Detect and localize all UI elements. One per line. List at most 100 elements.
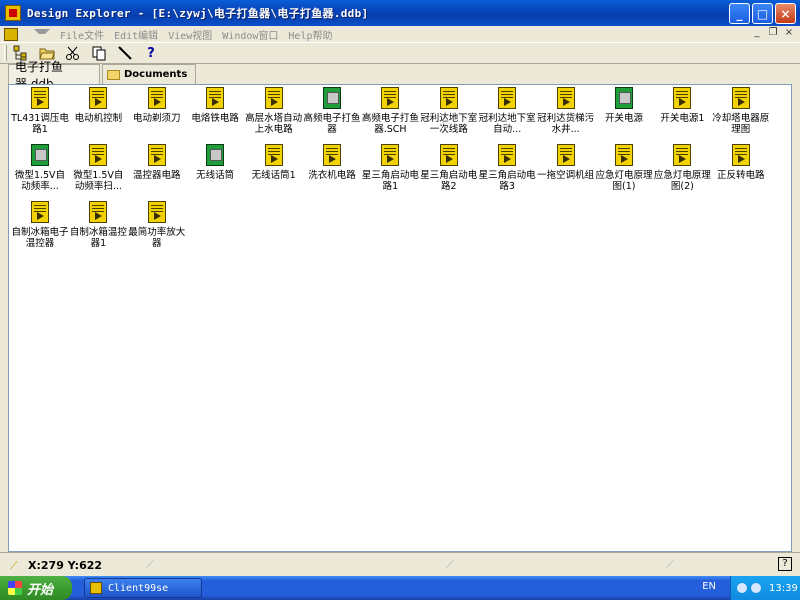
- taskbar-button-client99se[interactable]: Client99se: [84, 578, 202, 598]
- app-icon: [90, 582, 102, 594]
- document-minimize-button[interactable]: _: [750, 27, 764, 40]
- pcb-document-icon: [204, 144, 226, 168]
- schematic-document-icon: [146, 201, 168, 225]
- document-item[interactable]: 开关电源: [595, 87, 653, 124]
- document-label: 冠利达地下室一次线路: [420, 113, 478, 135]
- document-item[interactable]: 洗衣机电路: [303, 144, 361, 181]
- document-label: 电烙铁电路: [191, 113, 239, 124]
- schematic-document-icon: [438, 87, 460, 111]
- help-icon[interactable]: ?: [141, 43, 161, 63]
- document-item[interactable]: 星三角启动电路3: [478, 144, 536, 192]
- cursor-icon: ⟋: [10, 559, 18, 572]
- cursor-coordinates: X:279 Y:622: [28, 559, 103, 572]
- document-item[interactable]: 冠利达货梯污水井...: [537, 87, 595, 135]
- menu-file[interactable]: File文件: [60, 27, 104, 42]
- document-item[interactable]: 电烙铁电路: [186, 87, 244, 124]
- document-item[interactable]: TL431调压电路1: [11, 87, 69, 135]
- app-icon[interactable]: [5, 5, 21, 21]
- back-arrow-icon[interactable]: [34, 29, 50, 39]
- document-item[interactable]: 无线话筒1: [245, 144, 303, 181]
- document-label: 星三角启动电路2: [420, 170, 478, 192]
- pcb-document-icon: [613, 87, 635, 111]
- tab-strip: 电子打鱼器.ddb Documents: [8, 60, 800, 91]
- schematic-document-icon: [204, 87, 226, 111]
- document-menu-icon[interactable]: [4, 27, 18, 41]
- document-label: 一拖空调机组: [537, 170, 595, 181]
- document-item[interactable]: 冠利达地下室自动...: [478, 87, 536, 135]
- menu-edit[interactable]: Edit编辑: [114, 27, 158, 42]
- document-label: 洗衣机电路: [308, 170, 356, 181]
- document-close-button[interactable]: ×: [782, 27, 796, 40]
- title-bar: Design Explorer - [E:\zywj\电子打鱼器\电子打鱼器.d…: [0, 0, 800, 26]
- schematic-document-icon: [730, 87, 752, 111]
- status-help-button[interactable]: ?: [778, 557, 792, 571]
- document-item[interactable]: 电动机控制: [69, 87, 127, 124]
- toolbar-grip[interactable]: [4, 45, 7, 61]
- schematic-document-icon: [438, 144, 460, 168]
- document-item[interactable]: 应急灯电原理图(2): [653, 144, 711, 192]
- document-item[interactable]: 自制冰箱电子温控器: [11, 201, 69, 249]
- maximize-button[interactable]: □: [752, 3, 773, 24]
- menu-window[interactable]: Window窗口: [222, 27, 278, 42]
- document-item[interactable]: 正反转电路: [712, 144, 770, 181]
- document-label: 应急灯电原理图(1): [595, 170, 653, 192]
- window-controls: _ □ ×: [729, 3, 796, 24]
- status-bar: ⟋ X:279 Y:622 ⟋ ⟋ ⟋ ?: [0, 552, 800, 576]
- taskbar: 开始 Client99se EN 13:39: [0, 576, 800, 600]
- document-label: 自制冰箱电子温控器: [11, 227, 69, 249]
- document-label: 微型1.5V自动频率扫...: [73, 170, 124, 192]
- document-item[interactable]: 温控器电路: [128, 144, 186, 181]
- pencil-icon[interactable]: [115, 43, 135, 63]
- close-button[interactable]: ×: [775, 3, 796, 24]
- document-label: 冷却塔电器原理图: [712, 113, 770, 135]
- document-label: 自制冰箱温控器1: [69, 227, 127, 249]
- start-button[interactable]: 开始: [0, 576, 72, 600]
- document-item[interactable]: 电动剃须刀: [128, 87, 186, 124]
- tab-documents[interactable]: Documents: [102, 64, 196, 84]
- menu-help[interactable]: Help帮助: [288, 27, 332, 42]
- system-tray: 13:39: [730, 576, 800, 600]
- document-label: 无线话筒: [196, 170, 235, 181]
- document-item[interactable]: 冠利达地下室一次线路: [420, 87, 478, 135]
- volume-icon[interactable]: [751, 583, 761, 593]
- schematic-document-icon: [555, 87, 577, 111]
- document-item[interactable]: 自制冰箱温控器1: [69, 201, 127, 249]
- schematic-document-icon: [146, 87, 168, 111]
- clock[interactable]: 13:39: [769, 583, 798, 594]
- document-item[interactable]: 星三角启动电路2: [420, 144, 478, 192]
- network-icon[interactable]: [737, 583, 747, 593]
- document-item[interactable]: 应急灯电原理图(1): [595, 144, 653, 192]
- document-label: 电动剃须刀: [133, 113, 181, 124]
- document-item[interactable]: 冷却塔电器原理图: [712, 87, 770, 135]
- document-label: 高频电子打鱼器.SCH: [361, 113, 419, 135]
- toolbar: ?: [0, 42, 800, 64]
- language-indicator[interactable]: EN: [702, 581, 716, 592]
- schematic-document-icon: [496, 87, 518, 111]
- document-restore-button[interactable]: ❐: [766, 27, 780, 40]
- document-item[interactable]: 最简功率放大器: [128, 201, 186, 249]
- document-item[interactable]: 无线话筒: [186, 144, 244, 181]
- document-item[interactable]: 微型1.5V自动频率...: [11, 144, 69, 192]
- schematic-document-icon: [379, 144, 401, 168]
- document-label: 最简功率放大器: [128, 227, 186, 249]
- schematic-document-icon: [87, 201, 109, 225]
- taskbar-button-label: Client99se: [108, 582, 169, 594]
- pcb-document-icon: [29, 144, 51, 168]
- document-item[interactable]: 微型1.5V自动频率扫...: [69, 144, 127, 192]
- pcb-document-icon: [321, 87, 343, 111]
- document-item[interactable]: 高层水塔自动上水电路: [245, 87, 303, 135]
- menu-bar: File文件 Edit编辑 View视图 Window窗口 Help帮助 _ ❐…: [0, 26, 800, 42]
- status-pane-icon: ⟋: [446, 558, 454, 571]
- minimize-button[interactable]: _: [729, 3, 750, 24]
- document-item[interactable]: 星三角启动电路1: [361, 144, 419, 192]
- menu-view[interactable]: View视图: [168, 27, 212, 42]
- schematic-document-icon: [87, 144, 109, 168]
- windows-logo-icon: [8, 581, 22, 595]
- document-item[interactable]: 一拖空调机组: [537, 144, 595, 181]
- document-item[interactable]: 开关电源1: [653, 87, 711, 124]
- document-label: 星三角启动电路3: [478, 170, 536, 192]
- tab-ddb[interactable]: 电子打鱼器.ddb: [8, 60, 100, 91]
- window-title: Design Explorer - [E:\zywj\电子打鱼器\电子打鱼器.d…: [27, 7, 369, 20]
- document-item[interactable]: 高频电子打鱼器: [303, 87, 361, 135]
- document-item[interactable]: 高频电子打鱼器.SCH: [361, 87, 419, 135]
